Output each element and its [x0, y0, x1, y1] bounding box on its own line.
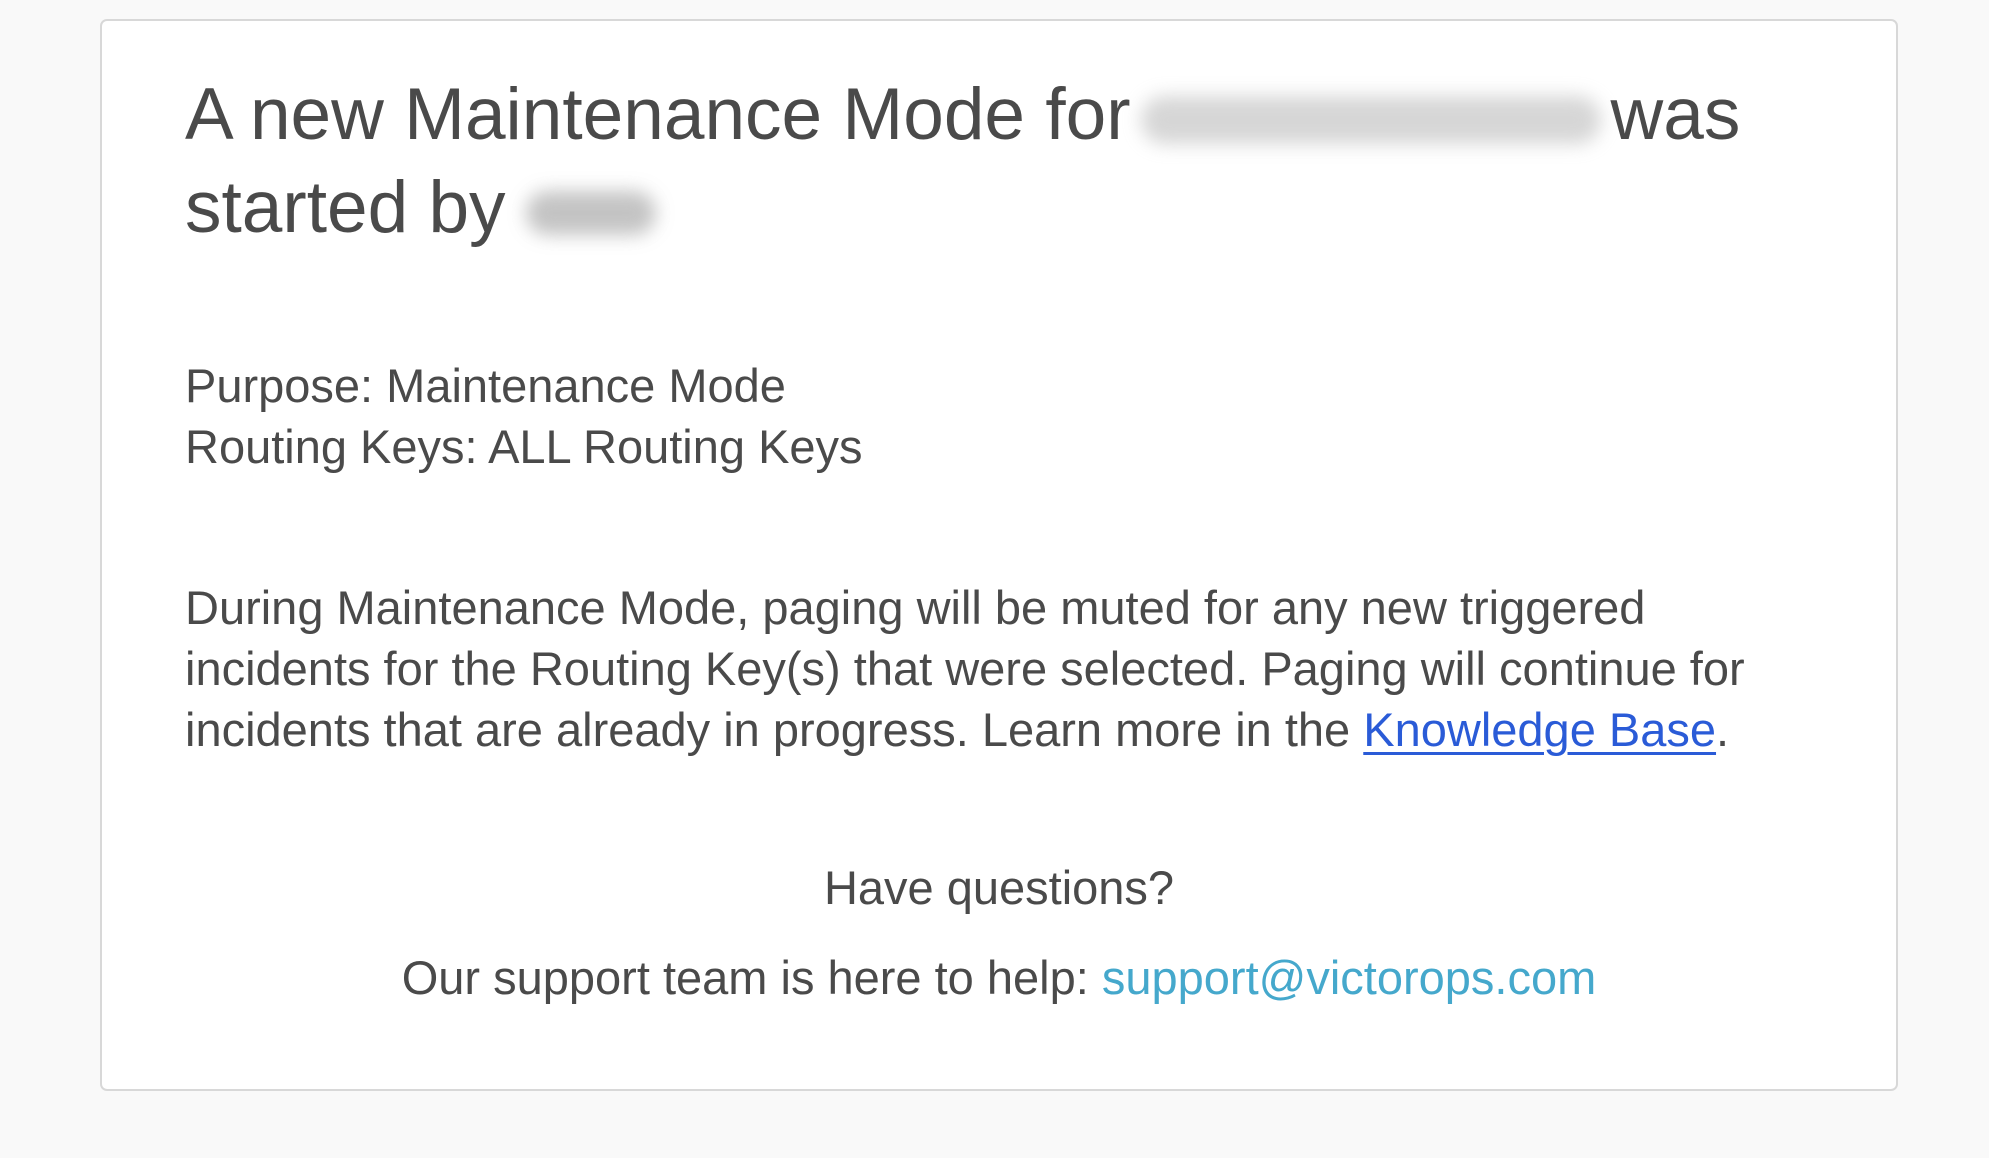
email-heading: A new Maintenance Mode for was started by [185, 68, 1825, 254]
support-text: Our support team is here to help: [401, 951, 1102, 1004]
maintenance-details: Purpose: Maintenance Mode Routing Keys: … [185, 355, 863, 477]
support-line: Our support team is here to help: suppor… [100, 950, 1898, 1005]
purpose-line: Purpose: Maintenance Mode [185, 359, 786, 412]
knowledge-base-link[interactable]: Knowledge Base [1363, 703, 1716, 756]
description-paragraph: During Maintenance Mode, paging will be … [185, 577, 1825, 760]
heading-part-1: A new Maintenance Mode for [185, 74, 1131, 155]
routing-keys-line: Routing Keys: ALL Routing Keys [185, 420, 863, 473]
questions-heading: Have questions? [823, 861, 1175, 914]
support-email-link[interactable]: support@victorops.com [1102, 951, 1596, 1004]
description-suffix: . [1716, 703, 1730, 756]
redacted-service-name [1140, 95, 1601, 144]
redacted-user-name [525, 190, 656, 235]
